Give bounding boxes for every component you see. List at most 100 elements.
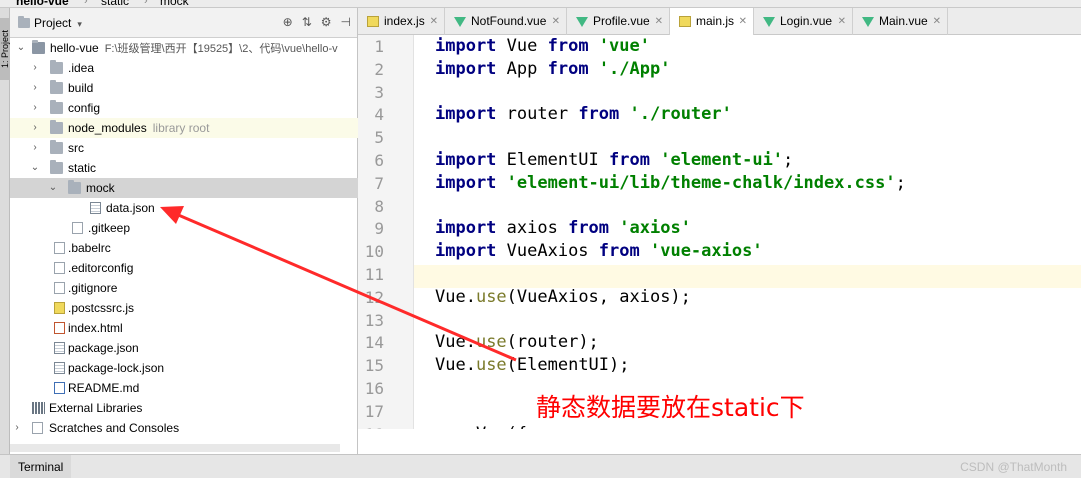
- tree-item-label: package.json: [68, 341, 139, 355]
- code-line[interactable]: import axios from 'axios': [435, 218, 691, 238]
- code-line[interactable]: import 'element-ui/lib/theme-chalk/index…: [435, 173, 906, 193]
- current-line-highlight: [414, 265, 1081, 288]
- line-number: 11: [364, 265, 384, 284]
- tab-index-js[interactable]: index.js ✕: [358, 8, 445, 35]
- chevron-down-icon: ▾: [77, 19, 82, 29]
- terminal-tab[interactable]: Terminal: [10, 455, 72, 478]
- chevron-down-icon[interactable]: ⌄: [30, 158, 40, 178]
- chevron-right-icon[interactable]: ›: [30, 78, 40, 98]
- code-editor[interactable]: import Vue from 'vue' import App from './…: [414, 35, 1081, 429]
- line-number: 3: [374, 82, 384, 102]
- code-line[interactable]: Vue.use(ElementUI);: [435, 355, 630, 375]
- line-number: 16: [364, 379, 384, 398]
- gear-icon[interactable]: ⚙: [321, 15, 332, 29]
- tree-item-scratches[interactable]: › Scratches and Consoles: [10, 418, 358, 438]
- tree-item-static[interactable]: ⌄ static: [10, 158, 358, 178]
- project-panel: Project ▾ ⊕ ⇅ ⚙ ⊣ ⌄ hello-vue F:\班级管理\西开【1…: [10, 8, 358, 454]
- breadcrumb-mock[interactable]: mock: [160, 0, 189, 7]
- tree-item-label: src: [68, 141, 84, 155]
- code-line[interactable]: import App from './App': [435, 59, 670, 79]
- tree-item-package-lock-json[interactable]: package-lock.json: [10, 358, 358, 378]
- vue-file-icon: [763, 16, 775, 27]
- code-line[interactable]: import Vue from 'vue': [435, 36, 650, 56]
- chevron-right-icon[interactable]: ›: [30, 138, 40, 158]
- library-root-note: library root: [152, 121, 210, 135]
- tree-item-postcssrc[interactable]: .postcssrc.js: [10, 298, 358, 318]
- tab-label: Main.vue: [879, 14, 928, 28]
- project-view-selector[interactable]: Project ▾: [18, 16, 82, 30]
- tree-item-data-json[interactable]: data.json: [10, 198, 358, 218]
- tab-label: index.js: [384, 14, 425, 28]
- tab-login-vue[interactable]: Login.vue ✕: [754, 8, 853, 35]
- tree-item-label: .postcssrc.js: [68, 301, 135, 315]
- chevron-right-icon[interactable]: ›: [12, 418, 22, 438]
- tab-label: NotFound.vue: [471, 14, 547, 28]
- tree-item-readme[interactable]: README.md: [10, 378, 358, 398]
- breadcrumb-project[interactable]: hello-vue: [16, 0, 69, 7]
- tree-item-babelrc[interactable]: .babelrc: [10, 238, 358, 258]
- line-number: 9: [374, 219, 384, 239]
- close-icon[interactable]: ✕: [838, 8, 846, 35]
- js-file-icon: [54, 302, 65, 314]
- vue-file-icon: [576, 16, 588, 27]
- tab-main-vue[interactable]: Main.vue ✕: [853, 8, 948, 35]
- folder-icon: [50, 100, 63, 114]
- project-panel-header: Project ▾ ⊕ ⇅ ⚙ ⊣: [10, 8, 357, 38]
- tree-item-node-modules[interactable]: › node_modules library root: [10, 118, 358, 138]
- tree-item-idea[interactable]: › .idea: [10, 58, 358, 78]
- line-number-gutter: 123456789101112131415161718: [358, 35, 414, 429]
- line-number: 15: [364, 356, 384, 376]
- tree-item-index-html[interactable]: index.html: [10, 318, 358, 338]
- chevron-down-icon[interactable]: ⌄: [48, 178, 58, 198]
- tab-label: Login.vue: [780, 14, 833, 28]
- line-number: 1: [374, 37, 384, 56]
- tree-item-gitignore[interactable]: .gitignore: [10, 278, 358, 298]
- js-file-icon: [679, 16, 691, 27]
- file-icon: [54, 262, 65, 274]
- tree-item-editorconfig[interactable]: .editorconfig: [10, 258, 358, 278]
- tree-item-package-json[interactable]: package.json: [10, 338, 358, 358]
- tree-item-gitkeep[interactable]: .gitkeep: [10, 218, 358, 238]
- breadcrumb-separator: ›: [84, 0, 88, 7]
- code-line[interactable]: Vue.use(VueAxios, axios);: [435, 287, 691, 307]
- folder-icon: [50, 60, 63, 74]
- code-line[interactable]: import router from './router': [435, 104, 732, 124]
- tab-profile-vue[interactable]: Profile.vue ✕: [567, 8, 670, 35]
- chevron-right-icon[interactable]: ›: [30, 58, 40, 78]
- tree-item-label: config: [68, 101, 101, 115]
- tree-item-external-libraries[interactable]: External Libraries: [10, 398, 358, 418]
- breadcrumb-static[interactable]: static: [101, 0, 129, 7]
- tree-item-label: .babelrc: [68, 241, 111, 255]
- file-icon: [54, 282, 65, 294]
- chevron-right-icon[interactable]: ›: [30, 118, 40, 138]
- project-tool-tab[interactable]: 1: Project: [0, 18, 10, 80]
- hide-icon[interactable]: ⊣: [341, 15, 351, 29]
- close-icon[interactable]: ✕: [739, 8, 747, 35]
- close-icon[interactable]: ✕: [552, 8, 560, 35]
- close-icon[interactable]: ✕: [933, 8, 941, 35]
- horizontal-scrollbar[interactable]: [10, 444, 340, 452]
- json-file-icon: [90, 202, 101, 214]
- tab-label: Profile.vue: [593, 14, 650, 28]
- tree-item-mock[interactable]: ⌄ mock: [10, 178, 358, 198]
- tree-item-src[interactable]: › src: [10, 138, 358, 158]
- tree-item-build[interactable]: › build: [10, 78, 358, 98]
- code-line[interactable]: import VueAxios from 'vue-axios': [435, 241, 763, 261]
- tree-item-hello-vue[interactable]: ⌄ hello-vue F:\班级管理\西开【19525】\2、代码\vue\he…: [10, 38, 358, 58]
- chevron-right-icon[interactable]: ›: [30, 98, 40, 118]
- tree-item-config[interactable]: › config: [10, 98, 358, 118]
- close-icon[interactable]: ✕: [655, 8, 663, 35]
- tab-notfound-vue[interactable]: NotFound.vue ✕: [445, 8, 567, 35]
- line-number: 13: [364, 310, 384, 330]
- code-line[interactable]: import ElementUI from 'element-ui';: [435, 150, 793, 170]
- project-folder-icon: [18, 16, 30, 28]
- locate-icon[interactable]: ⊕: [283, 15, 293, 29]
- chevron-down-icon[interactable]: ⌄: [16, 38, 26, 58]
- code-line[interactable]: Vue.use(router);: [435, 332, 599, 352]
- collapse-icon[interactable]: ⇅: [302, 15, 312, 29]
- editor-tab-bar: index.js ✕ NotFound.vue ✕ Profile.vue ✕ …: [358, 8, 1081, 35]
- html-file-icon: [54, 322, 65, 334]
- tab-main-js[interactable]: main.js ✕: [670, 8, 754, 35]
- tree-item-label: mock: [86, 181, 115, 195]
- close-icon[interactable]: ✕: [430, 8, 438, 35]
